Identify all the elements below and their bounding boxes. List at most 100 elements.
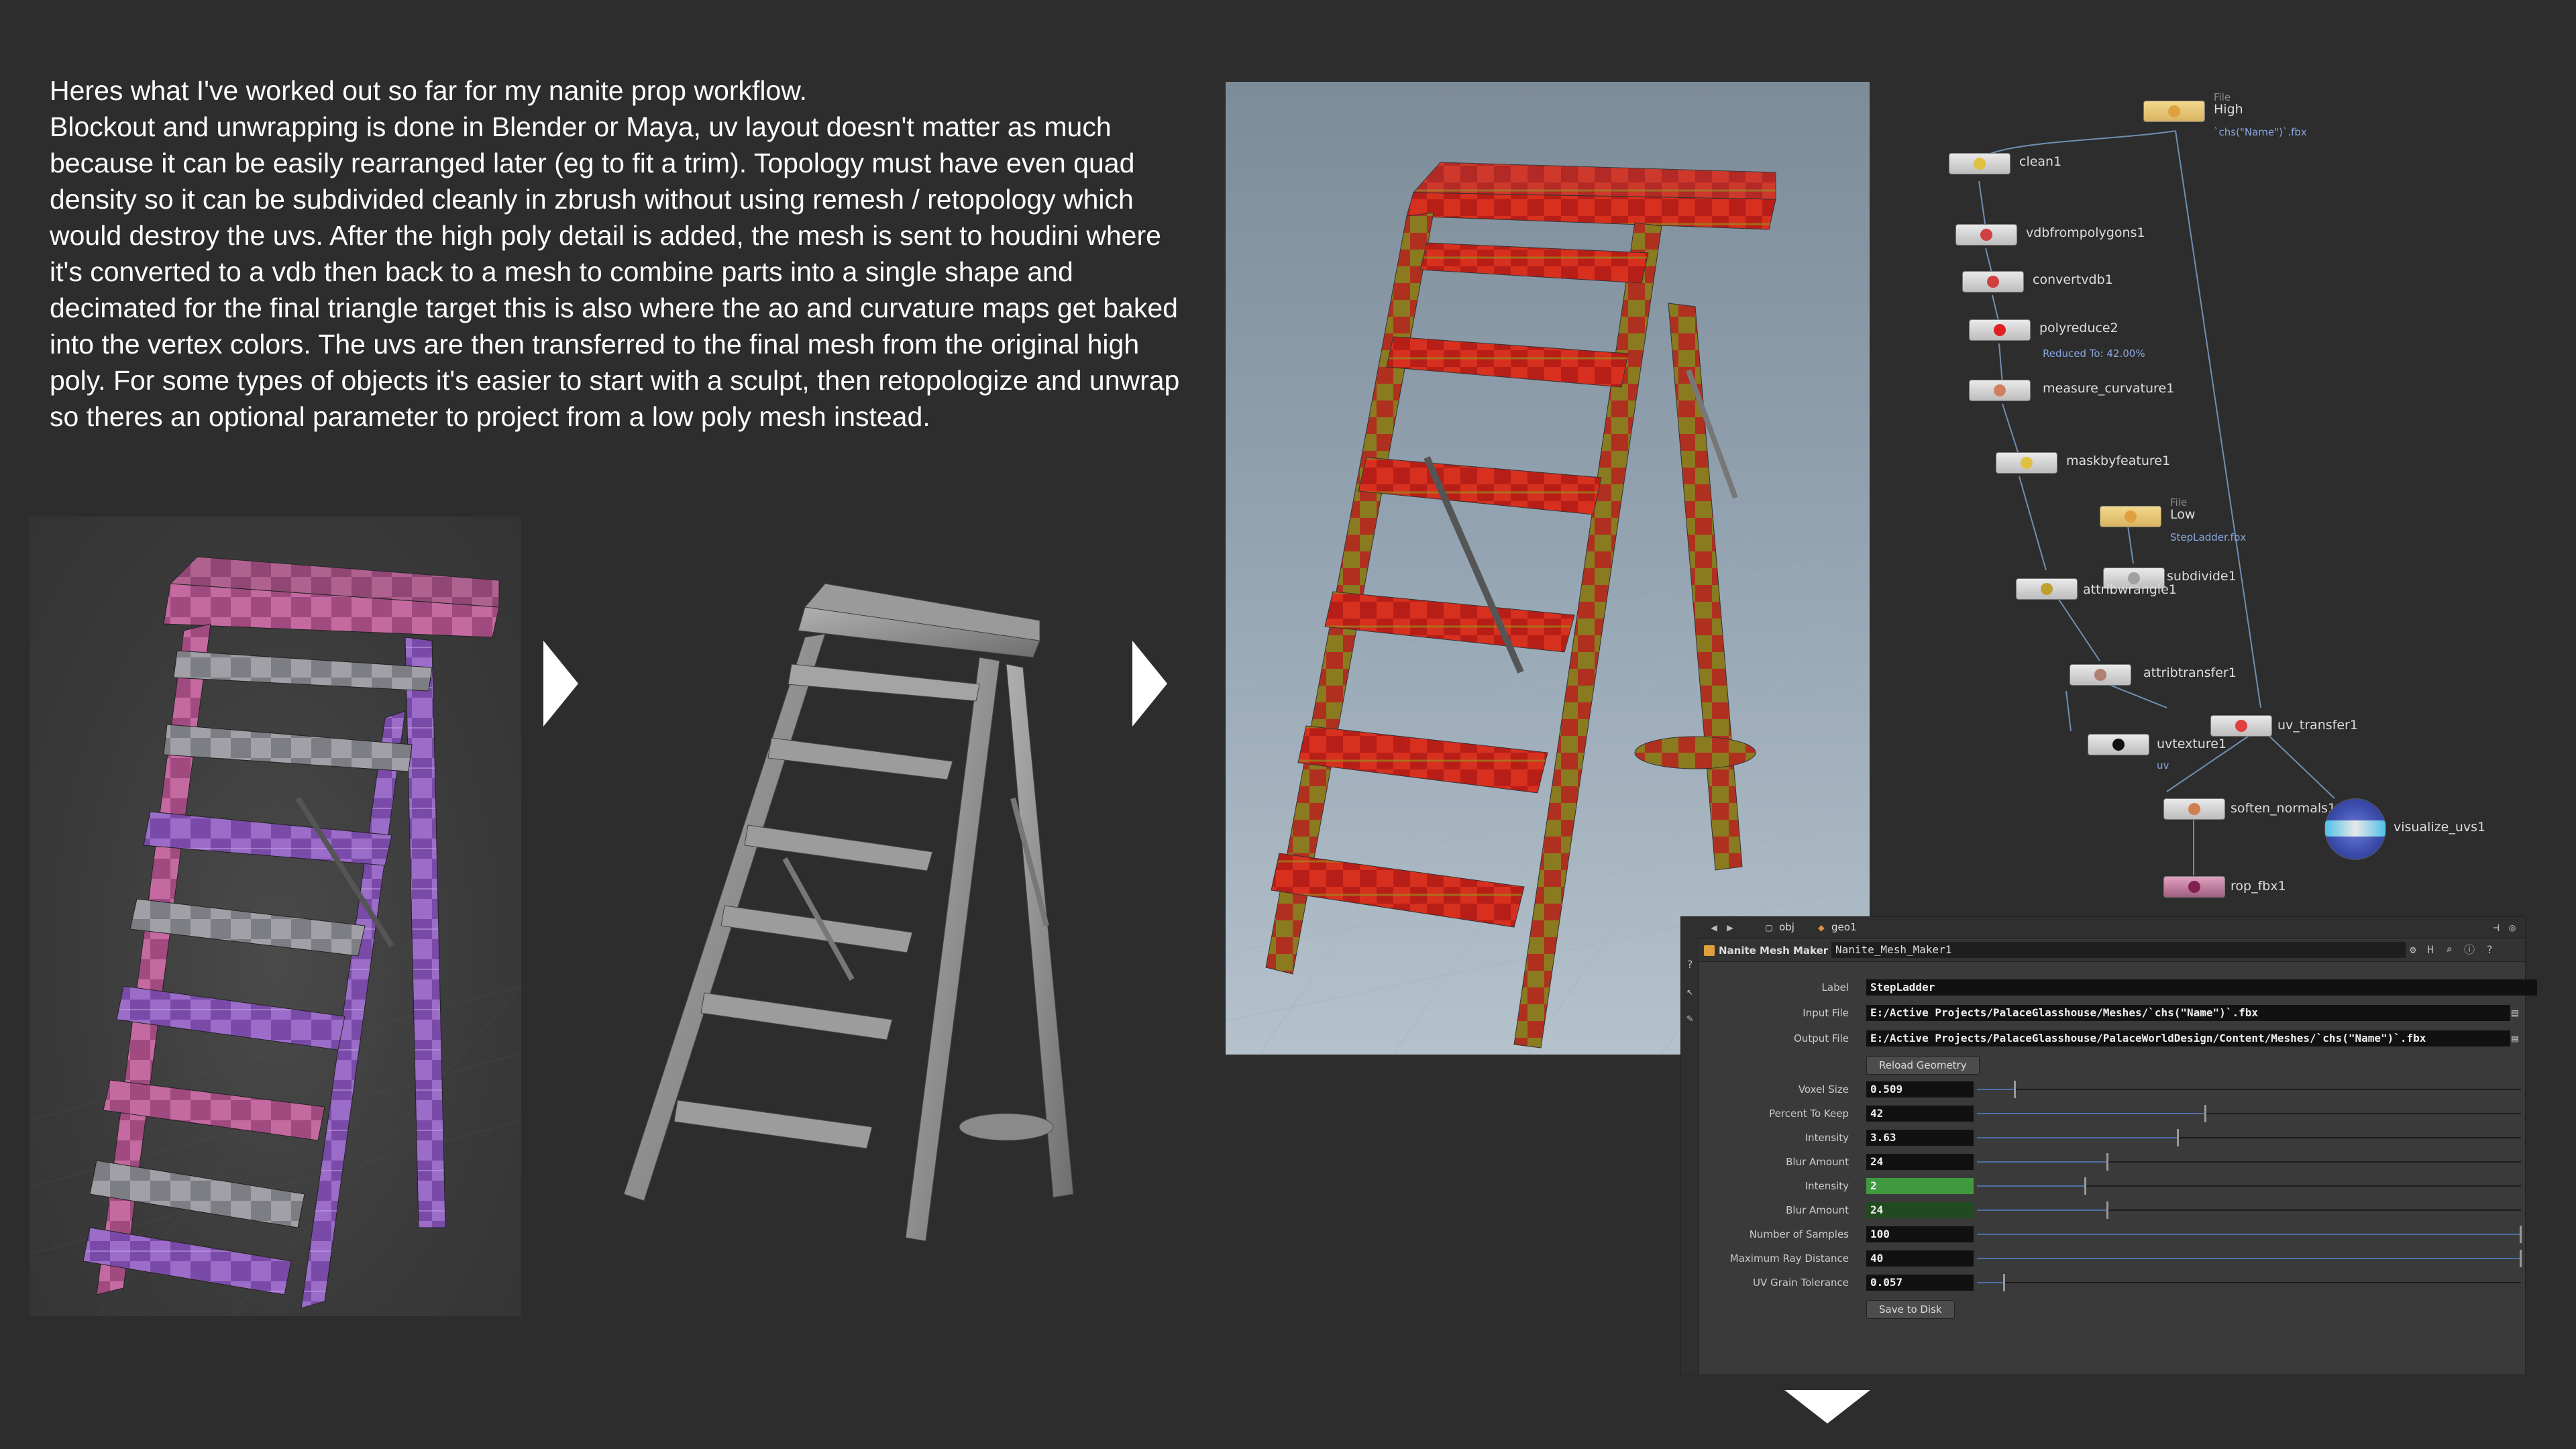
intensity-slider[interactable]	[1977, 1129, 2521, 1146]
slider-fill	[1977, 1282, 2004, 1283]
geo-icon: ◆	[1818, 921, 1825, 934]
node-maskbyfeature1[interactable]	[1996, 452, 2057, 474]
node-convertvdb1[interactable]	[1962, 271, 2024, 292]
blur-amount-2-field[interactable]: 24	[1866, 1202, 1974, 1218]
node-type: Nanite Mesh Maker	[1719, 945, 1829, 957]
node-low[interactable]	[2100, 506, 2161, 527]
brush-tool-icon[interactable]: ✎	[1684, 1012, 1696, 1024]
question-icon[interactable]: ?	[2483, 944, 2496, 956]
slider-knob[interactable]	[2204, 1105, 2206, 1122]
node-label-attribtransfer1: attribtransfer1	[2143, 665, 2237, 680]
gear-icon[interactable]: ⚙	[2407, 944, 2419, 956]
param-voxel-size-name: Voxel Size	[1798, 1083, 1849, 1095]
path-geo[interactable]: geo1	[1831, 921, 1856, 933]
param-output-file-name: Output File	[1794, 1032, 1849, 1044]
param-uv-grain-tolerance-name: UV Grain Tolerance	[1753, 1277, 1849, 1289]
slider-knob[interactable]	[2084, 1177, 2087, 1195]
node-label-subdivide1: subdivide1	[2167, 569, 2237, 584]
parameter-panel: ◀ ▶ ▢ obj ◆ geo1 ⊣ ◎ ? ↖ ✎ Nanite Mesh M…	[1680, 916, 2537, 1375]
node-visualize-body	[2325, 820, 2385, 837]
node-label-maskbyfeature1: maskbyfeature1	[2066, 453, 2171, 468]
slider-knob[interactable]	[2177, 1129, 2180, 1146]
node-label-low: Low	[2170, 507, 2196, 522]
node-measure_curvature1[interactable]	[1969, 380, 2031, 401]
intensity-field[interactable]: 3.63	[1866, 1130, 1974, 1146]
voxel-size-field[interactable]: 0.509	[1866, 1081, 1974, 1097]
slider-fill	[1977, 1210, 2108, 1211]
slider-fill	[1977, 1113, 2206, 1114]
node-soften_normals1[interactable]	[2163, 798, 2225, 820]
intensity-2-slider[interactable]	[1977, 1177, 2521, 1195]
node-sub-low: StepLadder.fbx	[2170, 531, 2247, 543]
param-blur-amount-2: Blur Amount 24	[1699, 1200, 2525, 1220]
save-to-disk-button[interactable]: Save to Disk	[1866, 1300, 1955, 1319]
slider-knob[interactable]	[2106, 1201, 2108, 1219]
node-high[interactable]	[2143, 101, 2205, 122]
number-of-samples-slider[interactable]	[1977, 1226, 2522, 1243]
slider-knob[interactable]	[2106, 1153, 2108, 1171]
node-uvtexture1[interactable]	[2088, 734, 2149, 755]
node-label-soften_normals1: soften_normals1	[2231, 801, 2337, 816]
next-arrow-icon	[1132, 641, 1167, 727]
search-icon[interactable]: ⌕	[2443, 944, 2455, 956]
tool-strip: ? ↖ ✎	[1681, 938, 1699, 1375]
help-page-icon[interactable]: H	[2424, 944, 2436, 956]
node-label-uv_transfer1: uv_transfer1	[2277, 718, 2358, 733]
node-label-attribwrangle1: attribwrangle1	[2083, 582, 2177, 597]
help-icon[interactable]: ?	[1684, 959, 1696, 971]
param-uv-grain-tolerance: UV Grain Tolerance 0.057	[1699, 1273, 2525, 1293]
reload-geometry-button[interactable]: Reload Geometry	[1866, 1056, 1980, 1075]
node-uv_transfer1[interactable]	[2210, 715, 2272, 737]
slider-fill	[1977, 1234, 2521, 1235]
blur-amount-2-slider[interactable]	[1977, 1201, 2521, 1219]
node-name-field[interactable]: Nanite_Mesh_Maker1	[1831, 942, 2406, 958]
blur-amount-slider[interactable]	[1977, 1153, 2521, 1171]
param-output-file: Output File E:/Active Projects/PalaceGla…	[1699, 1028, 2525, 1049]
node-label-rop_fbx1: rop_fbx1	[2231, 879, 2286, 894]
percent-to-keep-slider[interactable]	[1977, 1105, 2521, 1122]
label-field[interactable]: StepLadder	[1866, 979, 2537, 996]
down-arrow-icon	[1784, 1390, 1870, 1424]
slider-knob[interactable]	[2520, 1250, 2522, 1267]
output-file-field[interactable]: E:/Active Projects/PalaceGlasshouse/Pala…	[1866, 1030, 2510, 1046]
node-rop_fbx1[interactable]	[2163, 876, 2225, 898]
path-obj[interactable]: obj	[1779, 921, 1794, 933]
link-icon[interactable]: ◎	[2506, 922, 2518, 934]
back-arrow-icon[interactable]: ◀	[1708, 922, 1720, 934]
voxel-size-slider[interactable]	[1977, 1081, 2521, 1098]
forward-arrow-icon[interactable]: ▶	[1724, 922, 1736, 934]
file-browse-icon[interactable]: ▤	[2509, 1007, 2521, 1019]
intro-text: Heres what I've worked out so far for my…	[50, 72, 1190, 435]
param-number-of-samples: Number of Samples 100	[1699, 1224, 2525, 1244]
file-browse-icon[interactable]: ▤	[2509, 1032, 2521, 1044]
uv-grain-tolerance-field[interactable]: 0.057	[1866, 1275, 1974, 1291]
param-input-file: Input File E:/Active Projects/PalaceGlas…	[1699, 1003, 2525, 1023]
input-file-field[interactable]: E:/Active Projects/PalaceGlasshouse/Mesh…	[1866, 1005, 2510, 1021]
param-percent-to-keep: Percent To Keep 42	[1699, 1104, 2525, 1124]
pin-icon[interactable]: ⊣	[2490, 922, 2502, 934]
param-input-file-name: Input File	[1803, 1007, 1849, 1019]
info-icon[interactable]: ⓘ	[2463, 944, 2475, 956]
slider-knob[interactable]	[2013, 1081, 2016, 1098]
param-intensity-name: Intensity	[1805, 1132, 1849, 1144]
slider-knob[interactable]	[2002, 1274, 2005, 1291]
param-blur-amount: Blur Amount 24	[1699, 1152, 2525, 1172]
blur-amount-field[interactable]: 24	[1866, 1154, 1974, 1170]
uv-grain-tolerance-slider[interactable]	[1977, 1274, 2521, 1291]
node-vdbfrompolygons1[interactable]	[1955, 224, 2017, 246]
node-clean1[interactable]	[1949, 153, 2010, 174]
select-tool-icon[interactable]: ↖	[1684, 985, 1696, 998]
max-ray-distance-slider[interactable]	[1977, 1250, 2522, 1267]
baked-ladder-image	[1226, 162, 1870, 1055]
slider-fill	[1977, 1161, 2108, 1163]
number-of-samples-field[interactable]: 100	[1866, 1226, 1974, 1242]
node-graph: File High `chs("Name")`.fbx clean1 vdbfr…	[1912, 80, 2576, 899]
node-attribtransfer1[interactable]	[2070, 664, 2131, 686]
node-visualize_uvs1[interactable]	[2324, 798, 2386, 860]
node-polyreduce2[interactable]	[1969, 319, 2031, 341]
max-ray-distance-field[interactable]: 40	[1866, 1250, 1974, 1267]
slider-knob[interactable]	[2520, 1226, 2522, 1243]
node-attribwrangle1[interactable]	[2016, 578, 2078, 600]
intensity-2-field[interactable]: 2	[1866, 1178, 1974, 1194]
percent-to-keep-field[interactable]: 42	[1866, 1106, 1974, 1122]
